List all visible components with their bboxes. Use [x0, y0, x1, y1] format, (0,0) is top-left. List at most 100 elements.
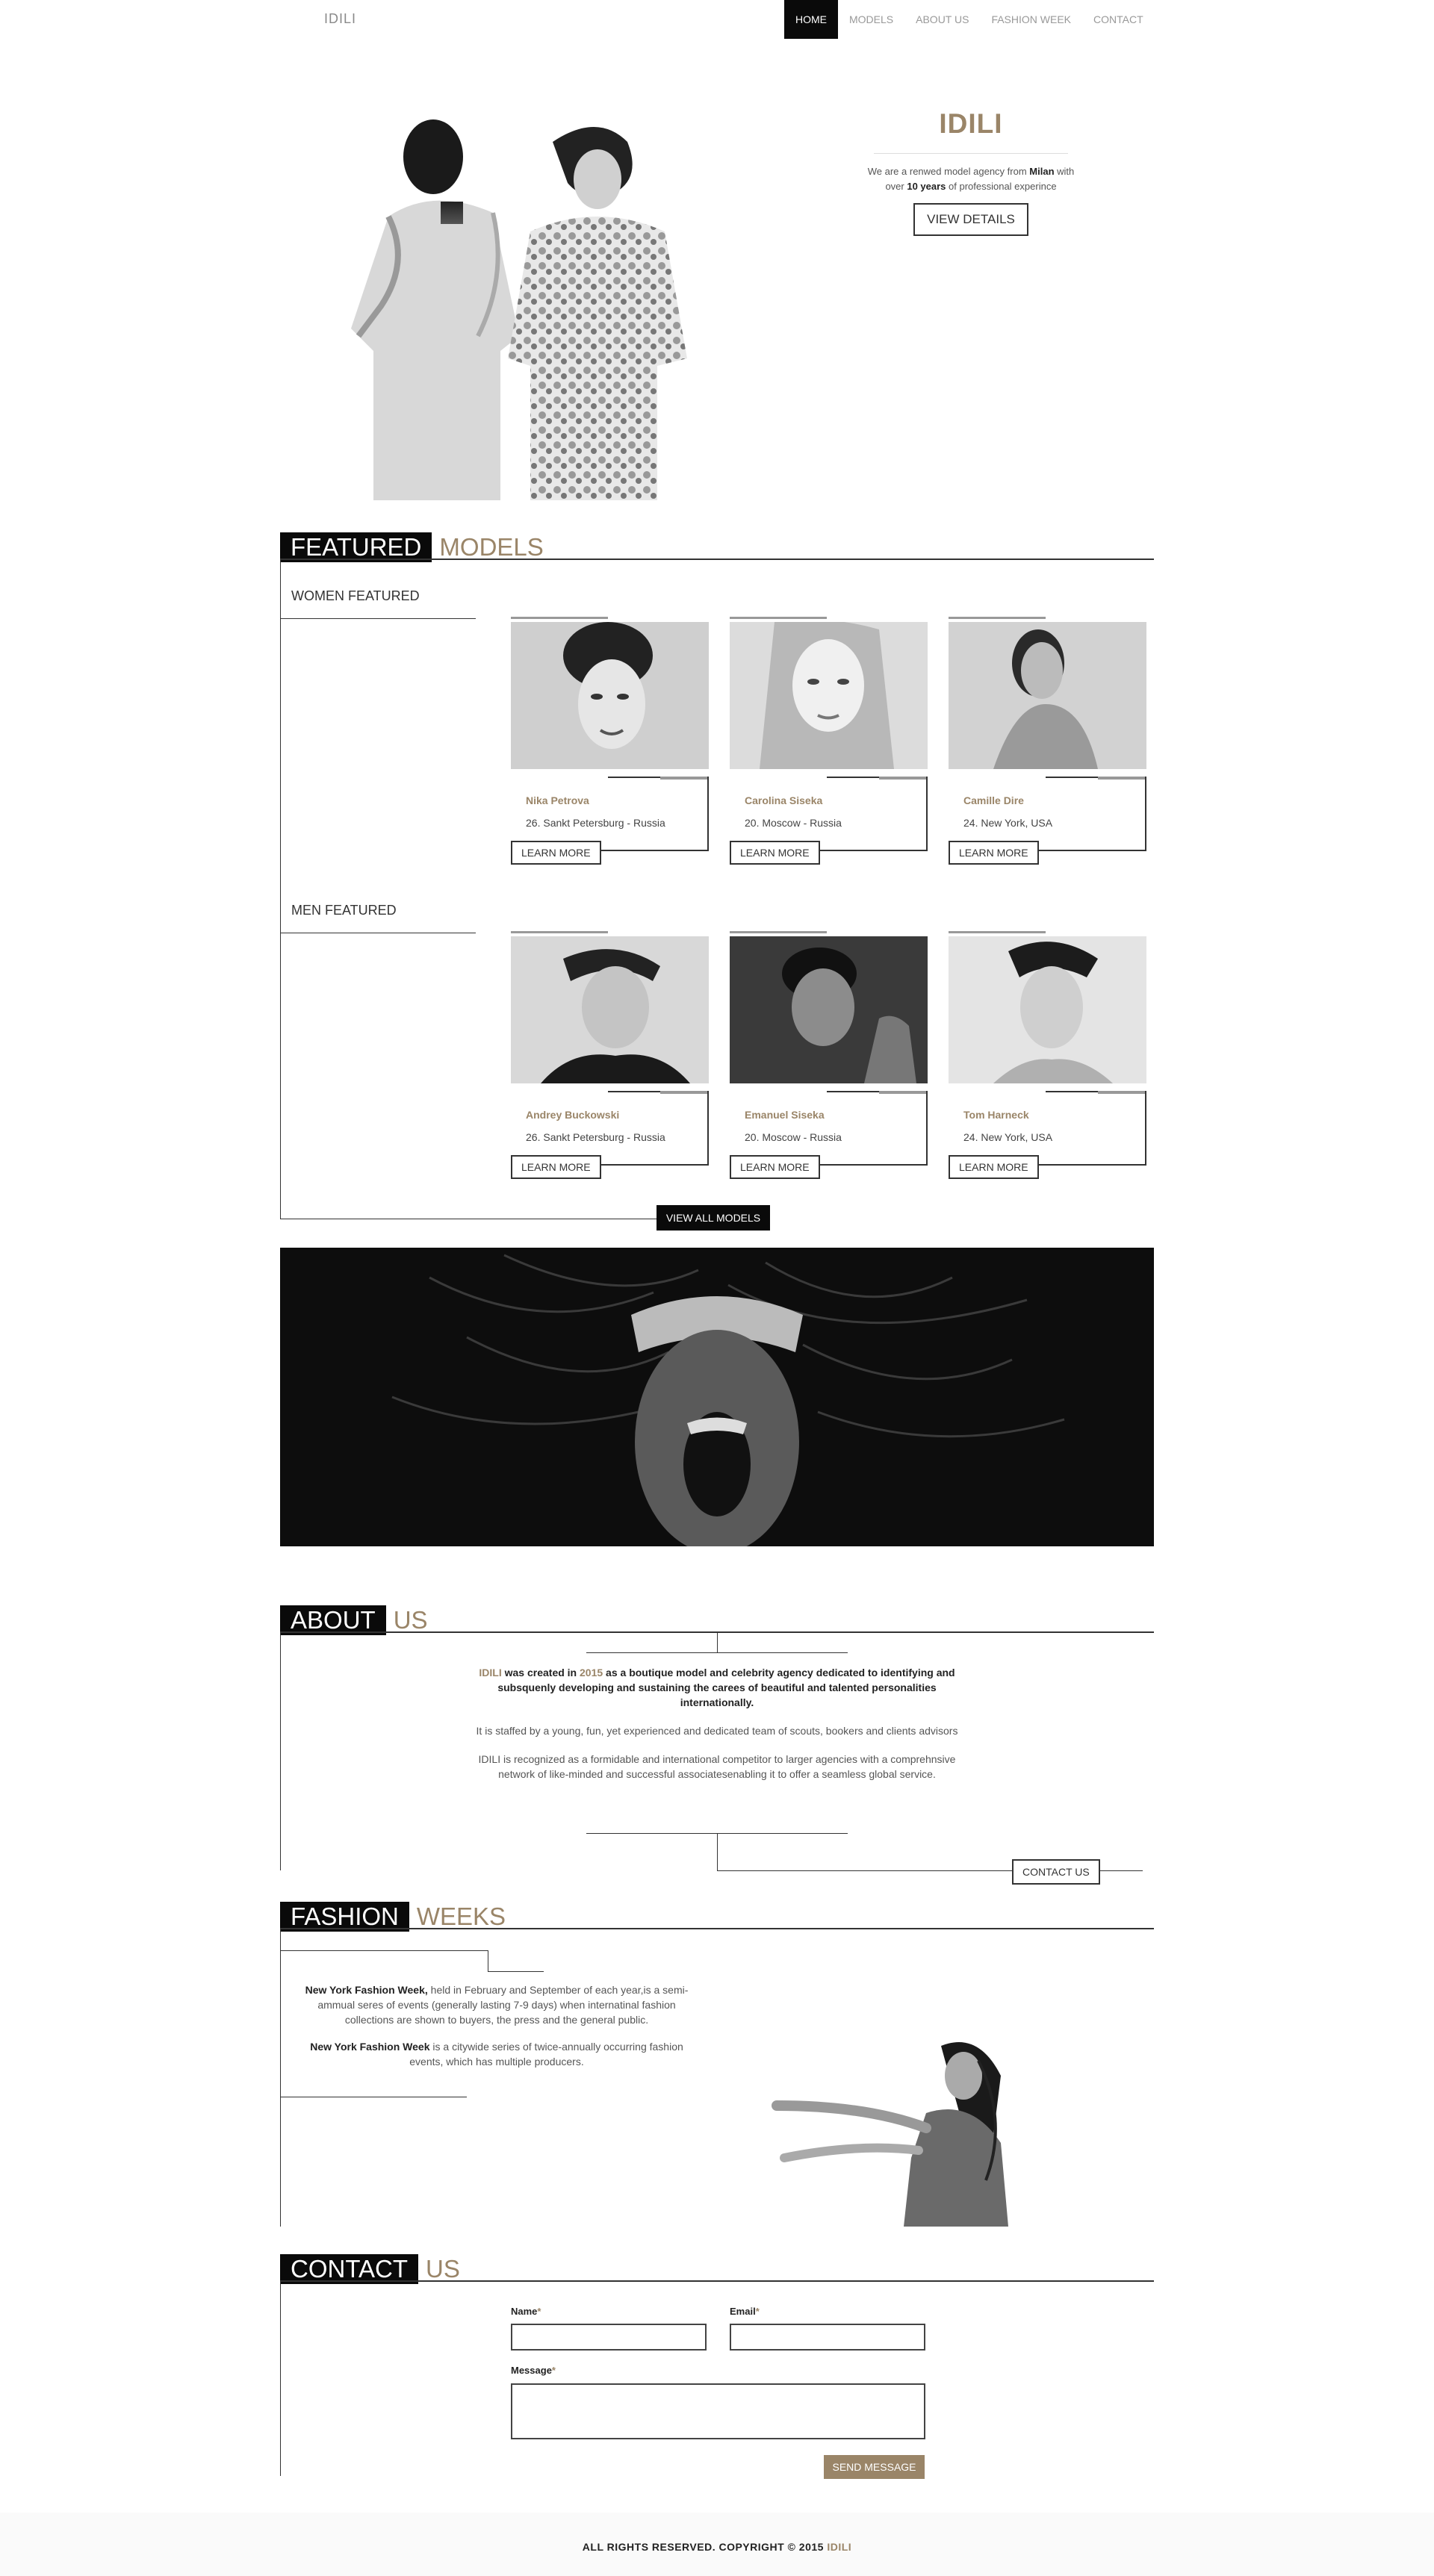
copyright-label: ALL RIGHTS RESERVED. COPYRIGHT © 2015	[582, 2541, 828, 2553]
page: IDILI HOME MODELS ABOUT US FASHION WEEK …	[0, 0, 1434, 2576]
model-photo	[730, 936, 928, 1083]
fashion-rule	[280, 1928, 1154, 1929]
about-paragraph-3: IDILI is recognized as a formidable and …	[478, 1753, 956, 1780]
model-location: 24. New York, USA	[963, 1131, 1053, 1143]
fashion-p1-bold: New York Fashion Week,	[305, 1984, 428, 1996]
model-card-andrey-buckowski: Andrey Buckowski 26. Sankt Petersburg - …	[511, 931, 709, 1185]
required-mark: *	[755, 2306, 760, 2317]
learn-more-button[interactable]: LEARN MORE	[511, 841, 601, 865]
learn-more-button[interactable]: LEARN MORE	[949, 1155, 1039, 1179]
fashion-heading-light: WEEKS	[416, 1903, 506, 1930]
hero-title: IDILI	[939, 108, 1003, 139]
name-label: Name*	[511, 2306, 541, 2317]
nav-models[interactable]: MODELS	[838, 0, 904, 39]
model-location: 20. Moscow - Russia	[745, 817, 842, 829]
model-name[interactable]: Camille Dire	[963, 794, 1024, 806]
footer-brand[interactable]: IDILI	[827, 2541, 851, 2553]
model-name[interactable]: Nika Petrova	[526, 794, 589, 806]
view-details-button[interactable]: VIEW DETAILS	[913, 203, 1028, 236]
required-mark: *	[537, 2306, 541, 2317]
hero-desc-text: We are a renwed model agency from	[867, 166, 1030, 177]
model-location: 26. Sankt Petersburg - Russia	[526, 1131, 665, 1143]
about-us-heading: ABOUT US	[280, 1605, 428, 1635]
required-mark: *	[551, 2365, 556, 2376]
name-input[interactable]	[511, 2324, 707, 2351]
about-vline	[280, 1631, 281, 1870]
learn-more-button[interactable]: LEARN MORE	[511, 1155, 601, 1179]
banner-image	[280, 1248, 1154, 1546]
nav-contact[interactable]: CONTACT	[1082, 0, 1155, 39]
model-photo	[511, 622, 709, 769]
about-connector-top	[717, 1631, 718, 1652]
card-frame	[522, 1091, 709, 1166]
model-location: 24. New York, USA	[963, 817, 1053, 829]
model-card-tom-harneck: Tom Harneck 24. New York, USA LEARN MORE	[949, 931, 1146, 1185]
card-accent	[511, 931, 608, 933]
copyright-text: ALL RIGHTS RESERVED. COPYRIGHT © 2015 ID…	[0, 2541, 1434, 2553]
message-textarea[interactable]	[511, 2383, 925, 2439]
contact-heading-bold: CONTACT	[280, 2254, 419, 2284]
about-text: IDILI was created in 2015 as a boutique …	[463, 1665, 971, 1795]
about-top-rule	[586, 1652, 848, 1653]
hero-models-image	[351, 119, 687, 500]
contact-heading-light: US	[426, 2255, 460, 2283]
card-accent	[949, 617, 1046, 619]
card-accent	[730, 931, 827, 933]
about-paragraph-1: IDILI was created in 2015 as a boutique …	[463, 1665, 971, 1710]
learn-more-button[interactable]: LEARN MORE	[730, 1155, 820, 1179]
card-frame	[960, 777, 1146, 851]
women-featured-rule	[280, 618, 476, 619]
featured-rule	[280, 559, 1154, 560]
model-photo	[949, 622, 1146, 769]
model-name[interactable]: Carolina Siseka	[745, 794, 822, 806]
contact-vline	[280, 2280, 281, 2476]
send-message-button[interactable]: SEND MESSAGE	[824, 2455, 925, 2479]
model-name[interactable]: Andrey Buckowski	[526, 1109, 619, 1121]
main-menu: HOME MODELS ABOUT US FASHION WEEK CONTAC…	[784, 0, 1155, 39]
nav-fashion-week[interactable]: FASHION WEEK	[980, 0, 1082, 39]
brand-logo[interactable]: IDILI	[324, 11, 356, 27]
model-photo	[949, 936, 1146, 1083]
model-card-nika-petrova: Nika Petrova 26. Sankt Petersburg - Russ…	[511, 617, 709, 871]
contact-us-button[interactable]: CONTACT US	[1012, 1859, 1100, 1885]
model-location: 20. Moscow - Russia	[745, 1131, 842, 1143]
email-input[interactable]	[730, 2324, 925, 2351]
about-connector-bottom	[717, 1833, 718, 1870]
hero-info: IDILI We are a renwed model agency from …	[866, 108, 1076, 236]
learn-more-button[interactable]: LEARN MORE	[730, 841, 820, 865]
card-accent	[730, 617, 827, 619]
model-name[interactable]: Emanuel Siseka	[745, 1109, 825, 1121]
featured-vline	[280, 559, 281, 1219]
view-all-models-button[interactable]: VIEW ALL MODELS	[657, 1205, 770, 1231]
featured-models-heading: FEATURED MODELS	[280, 532, 544, 562]
hero-divider	[874, 153, 1068, 154]
fashion-model-image	[772, 2042, 1008, 2227]
card-frame	[741, 1091, 928, 1166]
hero-desc-years: 10 years	[907, 181, 946, 192]
nav-about-us[interactable]: ABOUT US	[904, 0, 980, 39]
about-heading-bold: ABOUT	[280, 1605, 386, 1635]
featured-heading-light: MODELS	[439, 533, 544, 561]
about-bottom-connector-2	[1098, 1870, 1143, 1871]
card-accent	[511, 617, 608, 619]
model-name[interactable]: Tom Harneck	[963, 1109, 1029, 1121]
learn-more-button[interactable]: LEARN MORE	[949, 841, 1039, 865]
name-label-text: Name	[511, 2306, 538, 2317]
hero-desc-city: Milan	[1029, 166, 1055, 177]
model-card-camille-dire: Camille Dire 24. New York, USA LEARN MOR…	[949, 617, 1146, 871]
fashion-paragraph-1: New York Fashion Week, held in February …	[302, 1982, 691, 2027]
card-frame	[741, 777, 928, 851]
fashion-connector-rule	[488, 1971, 544, 1972]
email-label-text: Email	[730, 2306, 756, 2317]
fashion-vline	[280, 1928, 281, 2227]
featured-heading-bold: FEATURED	[280, 532, 432, 562]
about-bottom-connector	[717, 1870, 1012, 1871]
fashion-p2: is a citywide series of twice-annually o…	[409, 2041, 683, 2068]
about-heading-light: US	[393, 1606, 428, 1634]
card-frame	[960, 1091, 1146, 1166]
footer: ALL RIGHTS RESERVED. COPYRIGHT © 2015 ID…	[0, 2513, 1434, 2576]
nav-home[interactable]: HOME	[784, 0, 838, 39]
hero-desc-text-3: of professional experince	[946, 181, 1057, 192]
fashion-weeks-heading: FASHION WEEKS	[280, 1902, 506, 1932]
fashion-paragraph-2: New York Fashion Week is a citywide seri…	[302, 2039, 691, 2069]
